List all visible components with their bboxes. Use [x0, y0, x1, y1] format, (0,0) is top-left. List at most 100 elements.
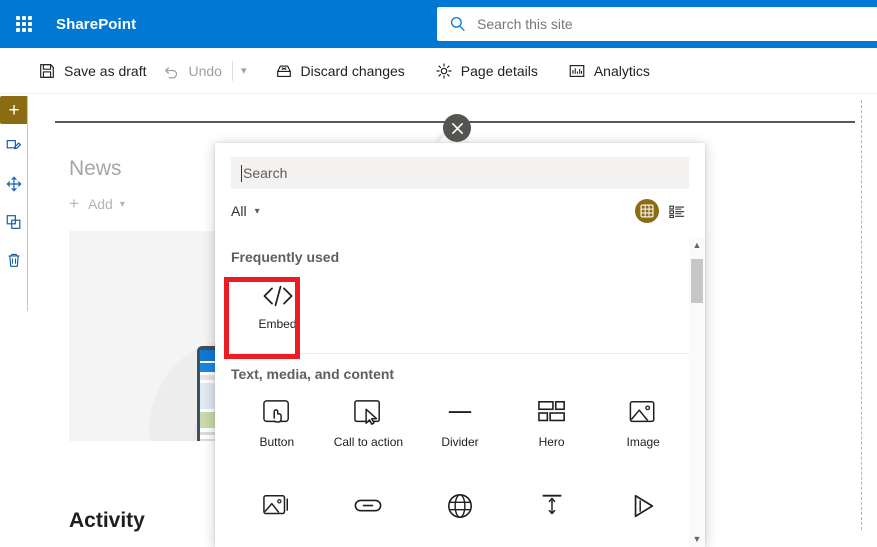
- webpart-tile-label: Divider: [441, 435, 479, 449]
- spacer-icon: [542, 494, 561, 515]
- list-view-icon: [669, 205, 685, 218]
- waffle-grid: [16, 16, 32, 32]
- chevron-down-icon: ▾: [254, 205, 260, 217]
- add-webpart-button[interactable]: +: [0, 96, 28, 124]
- webpart-tile-label: Call to action: [333, 435, 404, 449]
- chevron-down-icon: ▾: [119, 198, 125, 210]
- webpart-tile-label: Embed: [258, 317, 297, 331]
- suite-bar: SharePoint: [0, 0, 877, 48]
- undo-label: Undo: [188, 62, 222, 79]
- webpart-tile-hero[interactable]: Hero: [506, 386, 598, 462]
- analytics-label: Analytics: [593, 62, 650, 79]
- tile-row-text-media-content: Button Call to action Divider Hero Image: [215, 386, 705, 462]
- rail-connector-line: [27, 96, 28, 311]
- webpart-tile-label: Button: [259, 435, 295, 449]
- grid-view-icon: [640, 204, 654, 218]
- search-icon: [450, 16, 465, 32]
- text-cursor: [241, 164, 242, 182]
- news-webpart-title: News: [69, 157, 122, 180]
- undo-dropdown-button[interactable]: ▾: [235, 52, 253, 90]
- webpart-tile-divider[interactable]: Divider: [414, 386, 506, 462]
- section-toolbar: +: [0, 96, 28, 311]
- activity-webpart-title: Activity: [69, 509, 145, 532]
- webpart-tile-embed-globe[interactable]: [414, 472, 506, 547]
- plus-icon: +: [69, 194, 79, 213]
- duplicate-icon: [6, 215, 21, 229]
- move-section-button[interactable]: [0, 168, 28, 200]
- category-filter-label: All: [231, 203, 247, 219]
- discard-changes-label: Discard changes: [300, 62, 405, 79]
- toolbar-divider: [231, 60, 233, 81]
- delete-section-button[interactable]: [0, 244, 28, 276]
- edit-section-button[interactable]: [0, 130, 28, 162]
- delete-icon: [8, 253, 20, 267]
- page-icon: [634, 494, 654, 518]
- image-icon: [629, 401, 655, 423]
- duplicate-section-button[interactable]: [0, 206, 28, 238]
- picker-search-box[interactable]: [231, 157, 689, 189]
- call-to-action-icon: [354, 400, 381, 425]
- list-view-toggle[interactable]: [665, 199, 689, 223]
- webpart-tile-link[interactable]: [323, 472, 415, 547]
- scrollbar-thumb[interactable]: [691, 259, 703, 303]
- page-details-label: Page details: [460, 62, 538, 79]
- globe-icon: [447, 494, 472, 518]
- webpart-tile-label: Hero: [538, 435, 565, 449]
- scroll-down-arrow-icon[interactable]: ▼: [693, 531, 702, 547]
- chevron-down-icon: ▾: [240, 65, 247, 77]
- webpart-tile-button[interactable]: Button: [231, 386, 323, 462]
- hero-icon: [537, 401, 565, 422]
- code-icon: [263, 285, 292, 307]
- app-launcher-icon[interactable]: [0, 0, 48, 48]
- link-icon: [354, 499, 382, 512]
- grid-view-toggle[interactable]: [635, 199, 659, 223]
- button-icon: [262, 400, 289, 423]
- edit-section-icon: [6, 140, 21, 150]
- tile-row-overflow: [215, 472, 705, 547]
- page-details-button[interactable]: Page details: [427, 52, 546, 90]
- undo-button[interactable]: Undo: [155, 52, 230, 90]
- webpart-picker-panel: All ▾: [215, 143, 705, 547]
- save-icon: [40, 63, 54, 78]
- webpart-tile-label: Image: [626, 435, 660, 449]
- picker-header: [215, 143, 705, 189]
- group-title-text-media-content: Text, media, and content: [231, 366, 395, 382]
- webpart-tile-image-gallery[interactable]: [231, 472, 323, 547]
- analytics-button[interactable]: Analytics: [560, 52, 658, 90]
- picker-results-list: Frequently used Embed Text, media, and c…: [215, 237, 705, 547]
- brand-title[interactable]: SharePoint: [56, 16, 136, 33]
- webpart-tile-call-to-action[interactable]: Call to action: [323, 386, 415, 462]
- analytics-icon: [569, 64, 585, 77]
- save-as-draft-label: Save as draft: [64, 62, 147, 79]
- move-icon: [6, 176, 22, 192]
- sharepoint-page-editor: SharePoint Save as draft Undo: [0, 0, 877, 547]
- close-icon: [451, 122, 463, 134]
- scroll-up-arrow-icon[interactable]: ▲: [693, 237, 702, 253]
- site-search-box[interactable]: [437, 7, 877, 41]
- section-dashed-border: [861, 100, 862, 530]
- divider-icon: [448, 411, 472, 413]
- news-add-label: Add: [87, 196, 113, 212]
- undo-icon: [164, 66, 177, 78]
- save-as-draft-button[interactable]: Save as draft: [30, 52, 155, 90]
- image-gallery-icon: [262, 494, 288, 515]
- gear-icon: [436, 62, 452, 79]
- discard-icon: [276, 64, 291, 77]
- webpart-tile-spacer[interactable]: [506, 472, 598, 547]
- tile-row-frequently-used: Embed: [215, 269, 705, 345]
- category-filter-dropdown[interactable]: All ▾: [231, 203, 260, 219]
- command-bar: Save as draft Undo ▾ Discard changes Pag…: [0, 48, 877, 94]
- webpart-tile-page[interactable]: [597, 472, 689, 547]
- site-search-input[interactable]: [477, 16, 817, 32]
- webpart-tile-image[interactable]: Image: [597, 386, 689, 462]
- news-add-button[interactable]: + Add ▾: [69, 194, 125, 214]
- scrollbar-track[interactable]: [689, 253, 705, 531]
- webpart-tile-embed[interactable]: Embed: [231, 269, 324, 345]
- view-toggle-group: [635, 199, 689, 223]
- discard-changes-button[interactable]: Discard changes: [267, 52, 413, 90]
- picker-search-input[interactable]: [243, 165, 663, 181]
- close-picker-button[interactable]: [443, 114, 471, 142]
- picker-filter-bar: All ▾: [215, 189, 705, 233]
- picker-scrollbar[interactable]: ▲ ▼: [689, 237, 705, 547]
- group-title-frequently-used: Frequently used: [231, 249, 340, 265]
